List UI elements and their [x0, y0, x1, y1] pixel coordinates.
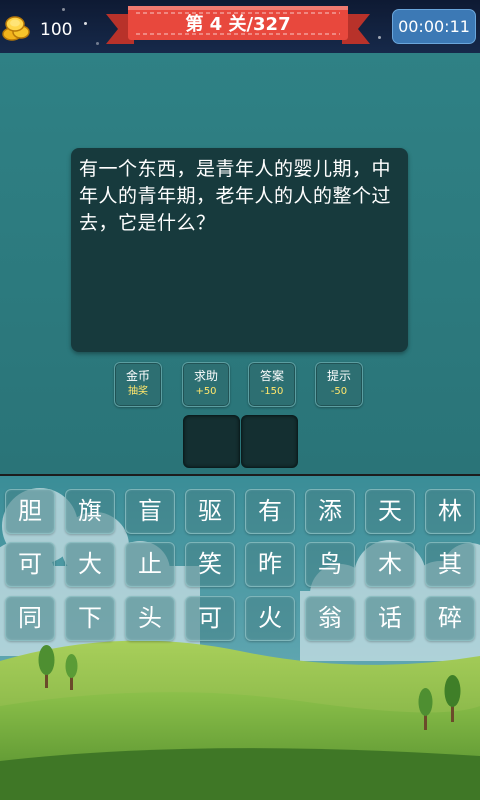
char-tile[interactable]: 可 — [185, 596, 235, 641]
timer: 00:00:11 — [392, 9, 476, 44]
coin-count: 100 — [40, 20, 73, 40]
char-tile[interactable]: 话 — [365, 596, 415, 641]
char-tile[interactable]: 木 — [365, 542, 415, 587]
main-area: 有一个东西，是青年人的婴儿期，中年人的青年期，老年人的人的整个过去，它是什么？ … — [0, 53, 480, 475]
star-decoration — [96, 42, 99, 45]
coin-lottery-button[interactable]: 金币 抽奖 — [114, 362, 162, 407]
char-tile[interactable]: 可 — [5, 542, 55, 587]
char-tile[interactable]: 下 — [65, 596, 115, 641]
char-tile[interactable]: 昨 — [245, 542, 295, 587]
char-tile[interactable]: 天 — [365, 489, 415, 534]
tool-sub-label: -50 — [330, 386, 348, 397]
char-tile[interactable]: 鸟 — [305, 542, 355, 587]
question-text: 有一个东西，是青年人的婴儿期，中年人的青年期，老年人的人的整个过去，它是什么？ — [79, 158, 392, 234]
top-bar: 100 第 4 关/327 00:00:11 — [0, 0, 480, 53]
star-decoration — [84, 22, 87, 25]
char-tile[interactable]: 笑 — [185, 542, 235, 587]
char-tile[interactable]: 盲 — [125, 489, 175, 534]
tool-sub-label: -150 — [260, 386, 284, 397]
tool-sub-label: +50 — [195, 386, 217, 397]
char-tile[interactable]: 头 — [125, 596, 175, 641]
answer-slot-2[interactable] — [241, 415, 298, 468]
level-indicator: 第 4 关/327 — [185, 14, 291, 35]
gold-coins-icon — [2, 12, 30, 42]
char-tile[interactable]: 火 — [245, 596, 295, 641]
char-tile[interactable]: 碎 — [425, 596, 475, 641]
level-ribbon: 第 4 关/327 — [106, 4, 370, 46]
character-grid: 胆 旗 盲 驱 有 添 天 林 可 大 止 笑 昨 鸟 木 其 同 下 头 可 … — [5, 489, 475, 641]
star-decoration — [62, 8, 65, 11]
hint-button[interactable]: 提示 -50 — [315, 362, 363, 407]
star-decoration — [378, 36, 381, 39]
answer-slot-1[interactable] — [183, 415, 240, 468]
char-tile[interactable]: 止 — [125, 542, 175, 587]
tool-label: 提示 — [326, 369, 351, 383]
char-tile[interactable]: 有 — [245, 489, 295, 534]
tool-label: 金币 — [125, 369, 150, 383]
char-tile[interactable]: 其 — [425, 542, 475, 587]
char-tile[interactable]: 旗 — [65, 489, 115, 534]
char-tile[interactable]: 翁 — [305, 596, 355, 641]
tool-sub-label: 抽奖 — [128, 386, 148, 397]
char-tile[interactable]: 驱 — [185, 489, 235, 534]
char-tile[interactable]: 大 — [65, 542, 115, 587]
tool-label: 求助 — [193, 369, 218, 383]
question-card: 有一个东西，是青年人的婴儿期，中年人的青年期，老年人的人的整个过去，它是什么？ — [71, 148, 408, 352]
tool-label: 答案 — [259, 369, 284, 383]
char-tile[interactable]: 添 — [305, 489, 355, 534]
ask-help-button[interactable]: 求助 +50 — [182, 362, 230, 407]
char-tile[interactable]: 林 — [425, 489, 475, 534]
show-answer-button[interactable]: 答案 -150 — [248, 362, 296, 407]
char-tile[interactable]: 同 — [5, 596, 55, 641]
char-tile[interactable]: 胆 — [5, 489, 55, 534]
